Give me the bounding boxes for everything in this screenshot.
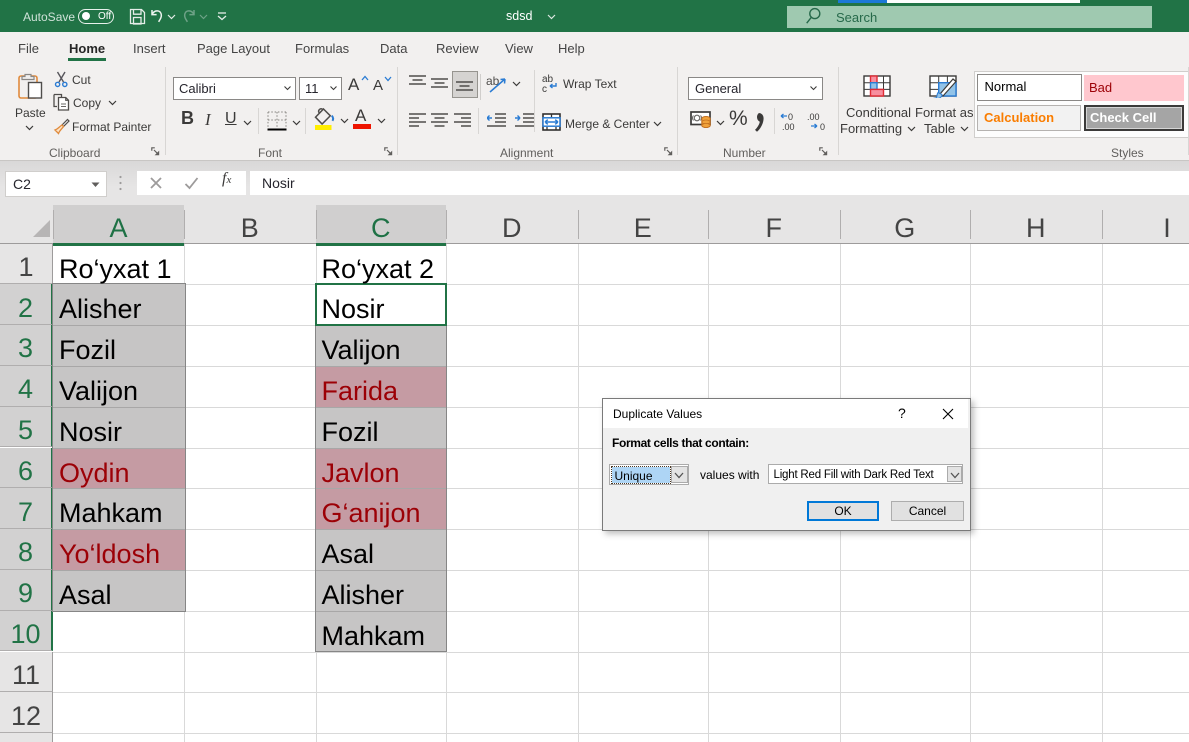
- svg-text:.00: .00: [807, 112, 820, 122]
- svg-text:0: 0: [820, 122, 825, 132]
- svg-text:c: c: [542, 84, 547, 93]
- svg-text:.00: .00: [782, 122, 795, 132]
- svg-text:0: 0: [788, 112, 793, 122]
